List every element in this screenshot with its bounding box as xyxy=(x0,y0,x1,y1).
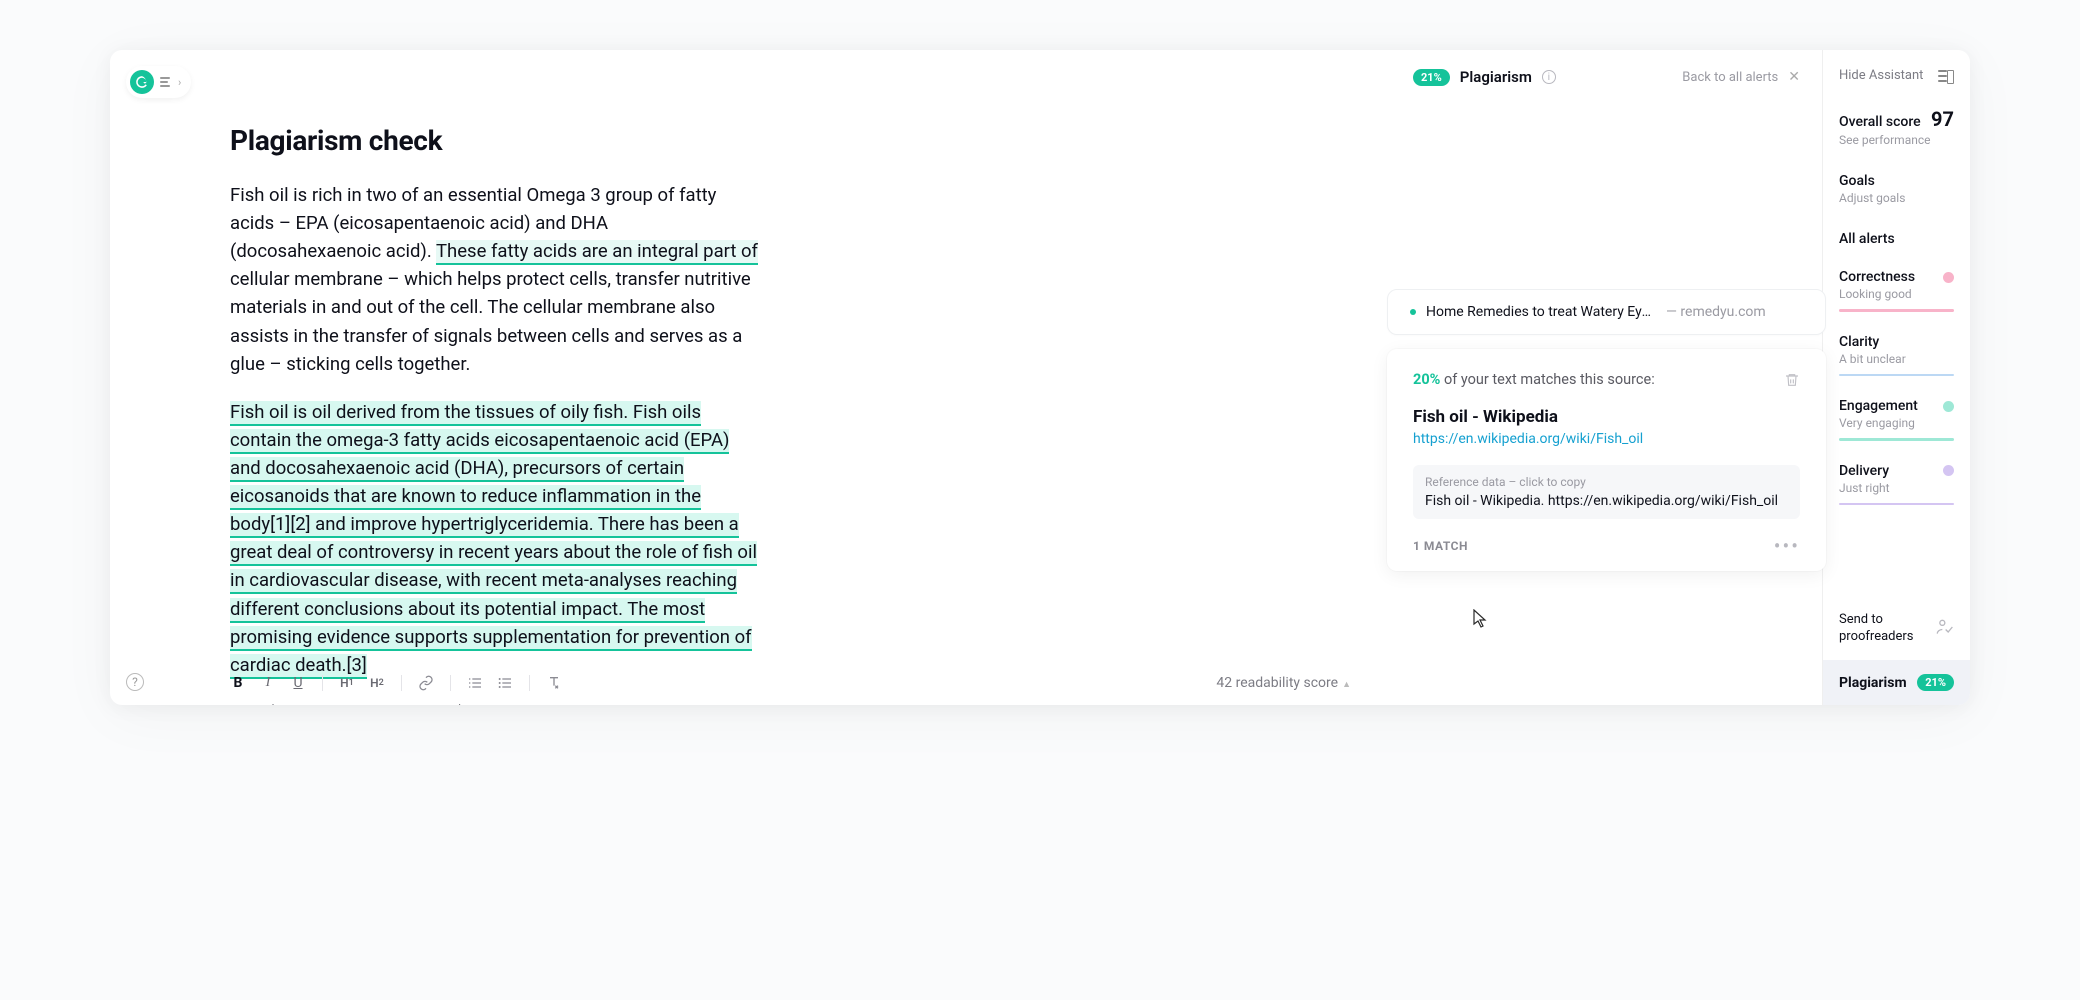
chevron-right-icon: › xyxy=(178,76,181,89)
metric-bar xyxy=(1839,503,1954,506)
metric-engagement[interactable]: EngagementVery engaging xyxy=(1839,398,1954,441)
overall-score-block[interactable]: Overall score 97 See performance xyxy=(1839,107,1954,147)
overall-score-value: 97 xyxy=(1931,107,1954,131)
collapse-icon xyxy=(1938,70,1954,82)
paragraph-3[interactable]: EPA (eicosapentaenoic acid) is anti-infl… xyxy=(230,699,760,705)
separator xyxy=(529,675,530,691)
document-title[interactable]: Plagiarism check xyxy=(230,124,1331,157)
h2-button[interactable]: H2 xyxy=(369,675,385,691)
alerts-title: Plagiarism xyxy=(1460,68,1532,86)
alerts-panel: 21% Plagiarism i Back to all alerts ✕ Ho… xyxy=(1391,50,1823,705)
overall-score-label: Overall score xyxy=(1839,114,1921,130)
italic-button[interactable]: I xyxy=(260,675,276,691)
logo-badge[interactable]: › xyxy=(126,66,191,98)
metric-clarity[interactable]: ClarityA bit unclear xyxy=(1839,334,1954,377)
trash-icon[interactable] xyxy=(1784,371,1800,393)
alerts-header: 21% Plagiarism i Back to all alerts ✕ xyxy=(1391,50,1822,104)
underline-button[interactable]: U xyxy=(290,675,306,691)
menu-lines-icon xyxy=(160,77,170,87)
metric-bar xyxy=(1839,438,1954,441)
metric-bar xyxy=(1839,374,1954,377)
separator xyxy=(322,675,323,691)
assistant-sidebar: Hide Assistant Overall score 97 See perf… xyxy=(1823,50,1970,705)
metric-dot xyxy=(1943,272,1954,283)
metric-dot xyxy=(1943,336,1954,347)
match-percentage-text: 20% of your text matches this source: xyxy=(1413,371,1655,388)
separator xyxy=(450,675,451,691)
expanded-source-title: Fish oil - Wikipedia xyxy=(1413,407,1800,427)
proofreader-icon xyxy=(1934,617,1954,641)
reference-text: Fish oil - Wikipedia. https://en.wikiped… xyxy=(1425,493,1788,509)
grammarly-logo-icon xyxy=(130,70,154,94)
ordered-list-button[interactable] xyxy=(467,675,483,691)
more-icon[interactable]: ••• xyxy=(1774,542,1800,550)
reference-box[interactable]: Reference data – click to copy Fish oil … xyxy=(1413,465,1800,519)
source-card-collapsed[interactable]: Home Remedies to treat Watery Eyes - R..… xyxy=(1387,289,1826,335)
clear-formatting-button[interactable] xyxy=(546,675,562,691)
close-icon[interactable]: ✕ xyxy=(1788,69,1800,85)
app-window: › Plagiarism check Fish oil is rich in t… xyxy=(110,50,1970,705)
adjust-goals[interactable]: Adjust goals xyxy=(1839,191,1954,205)
expanded-source-url[interactable]: https://en.wikipedia.org/wiki/Fish_oil xyxy=(1413,431,1800,447)
formatting-toolbar: B I U H1 H2 42 readability score▲ xyxy=(230,675,1351,691)
matches-count: 1 MATCH xyxy=(1413,539,1468,553)
readability-score[interactable]: 42 readability score▲ xyxy=(1216,675,1351,691)
reference-label: Reference data – click to copy xyxy=(1425,475,1788,489)
source-card-expanded: 20% of your text matches this source: Fi… xyxy=(1387,349,1826,571)
source-title: Home Remedies to treat Watery Eyes - R..… xyxy=(1426,304,1656,320)
goals-block[interactable]: Goals Adjust goals xyxy=(1839,173,1954,205)
plagiarism-highlight[interactable]: These fatty acids are an integral part o… xyxy=(436,240,758,265)
info-icon[interactable]: i xyxy=(1542,70,1556,84)
source-domain: — remedyu.com xyxy=(1666,304,1766,320)
metric-correctness[interactable]: CorrectnessLooking good xyxy=(1839,269,1954,312)
link-button[interactable] xyxy=(418,675,434,691)
help-button[interactable]: ? xyxy=(126,673,144,691)
status-dot xyxy=(1410,309,1416,315)
back-to-alerts[interactable]: Back to all alerts ✕ xyxy=(1682,69,1800,85)
send-to-proofreaders[interactable]: Send to proofreaders xyxy=(1839,602,1954,660)
metric-dot xyxy=(1943,465,1954,476)
metric-dot xyxy=(1943,401,1954,412)
paragraph-1[interactable]: Fish oil is rich in two of an essential … xyxy=(230,181,760,378)
plagiarism-pill: 21% xyxy=(1917,674,1954,691)
metric-bar xyxy=(1839,309,1954,312)
paragraph-2[interactable]: Fish oil is oil derived from the tissues… xyxy=(230,398,760,679)
h1-button[interactable]: H1 xyxy=(339,675,355,691)
document-body[interactable]: Fish oil is rich in two of an essential … xyxy=(230,181,760,705)
metric-delivery[interactable]: DeliveryJust right xyxy=(1839,463,1954,506)
alerts-body: Home Remedies to treat Watery Eyes - R..… xyxy=(1391,104,1822,705)
bold-button[interactable]: B xyxy=(230,675,246,691)
all-alerts[interactable]: All alerts xyxy=(1839,231,1954,247)
plagiarism-tab[interactable]: Plagiarism 21% xyxy=(1823,660,1970,705)
plagiarism-highlight[interactable]: Fish oil is oil derived from the tissues… xyxy=(230,401,757,679)
see-performance[interactable]: See performance xyxy=(1839,133,1954,147)
separator xyxy=(401,675,402,691)
hide-assistant[interactable]: Hide Assistant xyxy=(1839,68,1954,83)
bullet-list-button[interactable] xyxy=(497,675,513,691)
editor-panel: Plagiarism check Fish oil is rich in two… xyxy=(110,50,1391,705)
caret-up-icon: ▲ xyxy=(1342,680,1351,690)
plagiarism-percent-badge: 21% xyxy=(1413,69,1450,86)
